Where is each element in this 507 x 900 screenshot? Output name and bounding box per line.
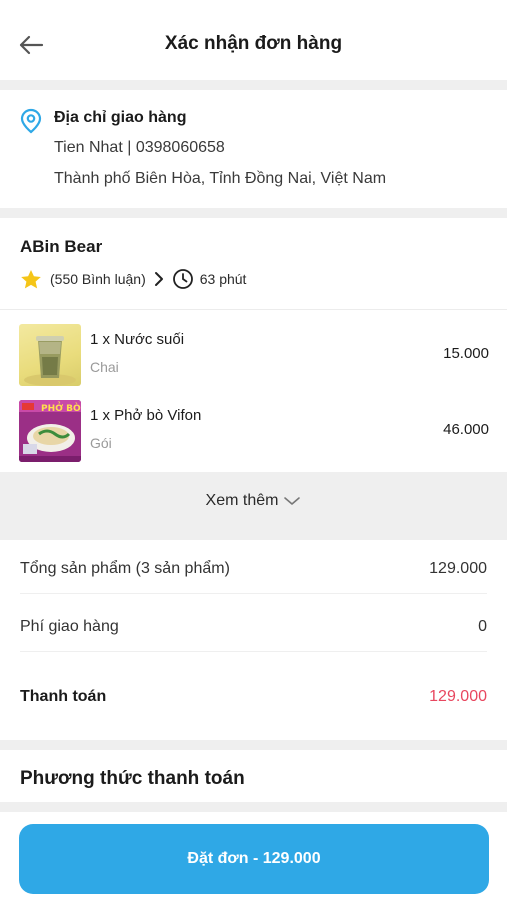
shipping-label: Phí giao hàng bbox=[20, 617, 119, 635]
pho-bo-package-image: PHỞ BÒ bbox=[19, 400, 81, 462]
address-contact: Tien Nhat | 0398060658 bbox=[54, 139, 225, 156]
total-row: Thanh toán 129.000 bbox=[20, 672, 487, 722]
section-divider bbox=[0, 530, 507, 540]
chevron-down-icon bbox=[284, 497, 301, 505]
list-item: 1 x Nước suối Chai 15.000 bbox=[0, 320, 507, 390]
subtotal-label: Tổng sản phẩm (3 sản phẩm) bbox=[20, 559, 230, 577]
store-delivery-time: 63 phút bbox=[199, 271, 247, 287]
delivery-address-section[interactable]: Địa chỉ giao hàng Tien Nhat | 0398060658… bbox=[0, 90, 507, 208]
see-more-button[interactable]: Xem thêm bbox=[0, 472, 507, 530]
place-order-button[interactable]: Đặt đơn - 129.000 bbox=[19, 824, 489, 894]
shipping-value: 0 bbox=[478, 617, 487, 635]
see-more-label: Xem thêm bbox=[205, 492, 279, 509]
subtotal-row: Tổng sản phẩm (3 sản phẩm) 129.000 bbox=[20, 544, 487, 594]
payment-method-title: Phương thức thanh toán bbox=[20, 768, 245, 789]
section-divider bbox=[0, 802, 507, 812]
subtotal-value: 129.000 bbox=[429, 559, 487, 577]
store-section: ABin Bear (550 Bình luận) 63 phút bbox=[0, 218, 507, 310]
footer-bar: Đặt đơn - 129.000 bbox=[0, 812, 507, 900]
item-unit: Chai bbox=[90, 359, 119, 375]
top-bar: Xác nhận đơn hàng bbox=[0, 0, 507, 80]
item-name: 1 x Nước suối bbox=[90, 331, 185, 348]
payment-method-section[interactable]: Phương thức thanh toán bbox=[0, 750, 507, 802]
section-divider bbox=[0, 80, 507, 90]
address-title: Địa chỉ giao hàng bbox=[54, 109, 187, 126]
store-reviews[interactable]: (550 Bình luận) bbox=[50, 271, 146, 287]
item-name: 1 x Phở bò Vifon bbox=[90, 407, 202, 424]
item-price: 46.000 bbox=[443, 421, 489, 438]
chevron-right-icon[interactable] bbox=[154, 271, 164, 287]
section-divider bbox=[0, 208, 507, 218]
item-price: 15.000 bbox=[443, 345, 489, 362]
store-meta: (550 Bình luận) 63 phút bbox=[20, 268, 246, 290]
item-unit: Gói bbox=[90, 435, 112, 451]
total-label: Thanh toán bbox=[20, 688, 107, 705]
star-icon bbox=[21, 269, 41, 288]
total-value: 129.000 bbox=[429, 688, 487, 705]
address-location: Thành phố Biên Hòa, Tỉnh Đồng Nai, Việt … bbox=[54, 170, 387, 187]
shipping-row: Phí giao hàng 0 bbox=[20, 602, 487, 652]
section-divider bbox=[0, 740, 507, 750]
clock-icon bbox=[172, 269, 193, 289]
order-summary: Tổng sản phẩm (3 sản phẩm) 129.000 Phí g… bbox=[0, 540, 507, 740]
list-item: PHỞ BÒ 1 x Phở bò Vifon Gói 46.000 bbox=[0, 396, 507, 466]
page-title: Xác nhận đơn hàng bbox=[164, 33, 343, 54]
bottled-drink-image bbox=[19, 324, 81, 386]
store-name: ABin Bear bbox=[20, 237, 103, 256]
location-pin-icon bbox=[20, 108, 42, 134]
